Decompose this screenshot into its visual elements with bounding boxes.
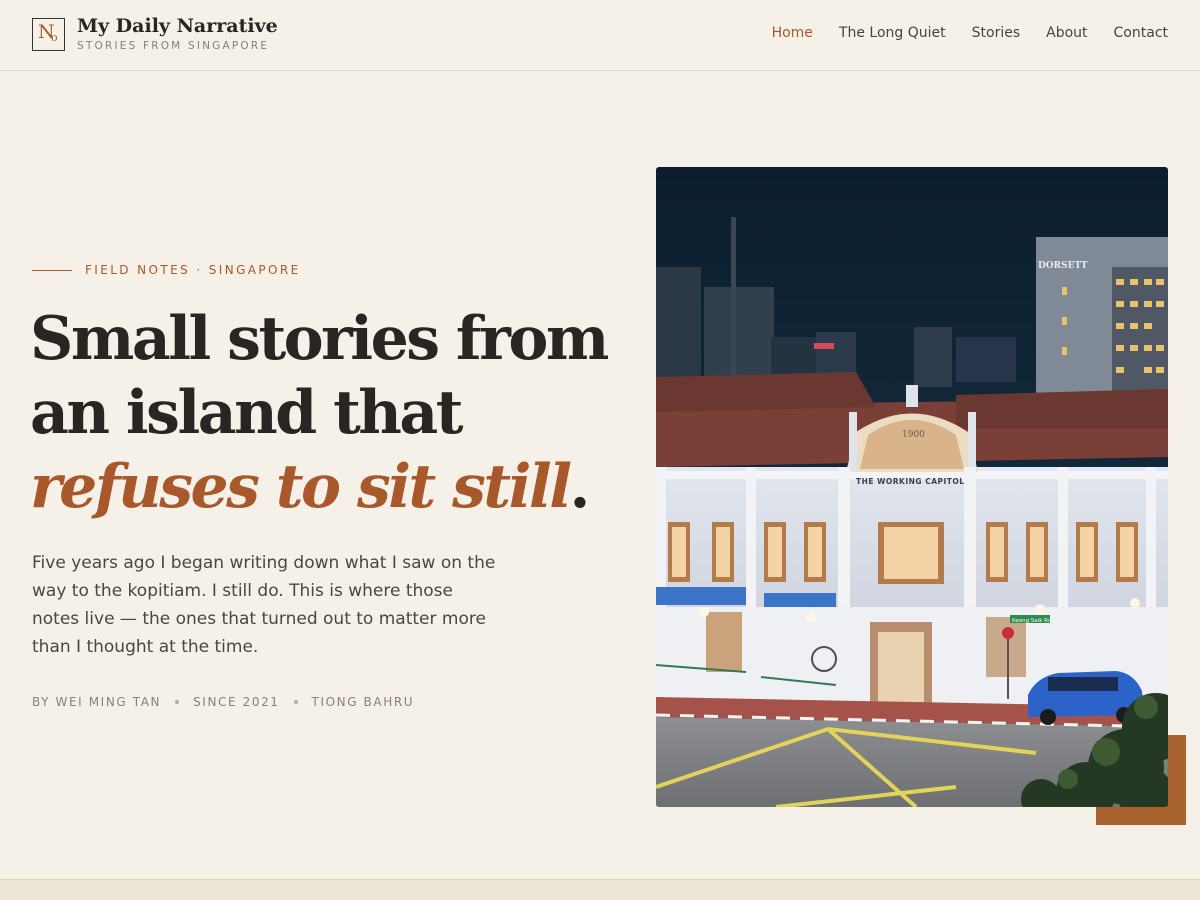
site-header: N o My Daily Narrative STORIES FROM SING… bbox=[0, 0, 1200, 71]
meta-separator bbox=[175, 700, 180, 704]
main-nav: Home The Long Quiet Stories About Contac… bbox=[772, 25, 1168, 41]
eyebrow-text: FIELD NOTES · SINGAPORE bbox=[85, 263, 301, 277]
building-year: 1900 bbox=[902, 430, 925, 440]
headline-line-2: an island that bbox=[30, 378, 464, 448]
hero-eyebrow: FIELD NOTES · SINGAPORE bbox=[32, 263, 301, 277]
nav-the-long-quiet[interactable]: The Long Quiet bbox=[839, 25, 946, 41]
meta-since: SINCE 2021 bbox=[193, 695, 280, 709]
headline-accent: refuses to sit still bbox=[30, 452, 572, 522]
meta-author: BY WEI MING TAN bbox=[32, 695, 162, 709]
nav-stories[interactable]: Stories bbox=[972, 25, 1021, 41]
site-tagline: STORIES FROM SINGAPORE bbox=[77, 40, 270, 52]
hero-meta: BY WEI MING TAN SINCE 2021 TIONG BAHRU bbox=[32, 695, 414, 709]
page-bottom-strip bbox=[0, 879, 1200, 900]
nav-about[interactable]: About bbox=[1046, 25, 1087, 41]
site-title[interactable]: My Daily Narrative bbox=[77, 15, 278, 37]
meta-location: TIONG BAHRU bbox=[311, 695, 415, 709]
headline-period: . bbox=[569, 452, 591, 522]
nav-contact[interactable]: Contact bbox=[1114, 25, 1168, 41]
nav-home[interactable]: Home bbox=[772, 25, 813, 41]
dorsett-sign: DORSETT bbox=[1038, 261, 1088, 271]
hero-headline: Small stories from an island that refuse… bbox=[30, 302, 630, 524]
meta-separator bbox=[293, 700, 298, 704]
eyebrow-rule bbox=[32, 269, 72, 271]
hero-photo: DORSETT 1900 THE WORKING CAPITOL Keong S… bbox=[656, 167, 1168, 807]
shophouse-night-photo: DORSETT 1900 THE WORKING CAPITOL Keong S… bbox=[656, 167, 1168, 807]
headline-line-1: Small stories from bbox=[30, 304, 609, 374]
logo-icon[interactable]: N o bbox=[32, 18, 65, 51]
street-sign: Keong Saik Rd bbox=[1012, 618, 1051, 624]
hero-intro: Five years ago I began writing down what… bbox=[32, 553, 496, 657]
building-name-sign: THE WORKING CAPITOL bbox=[856, 477, 965, 486]
